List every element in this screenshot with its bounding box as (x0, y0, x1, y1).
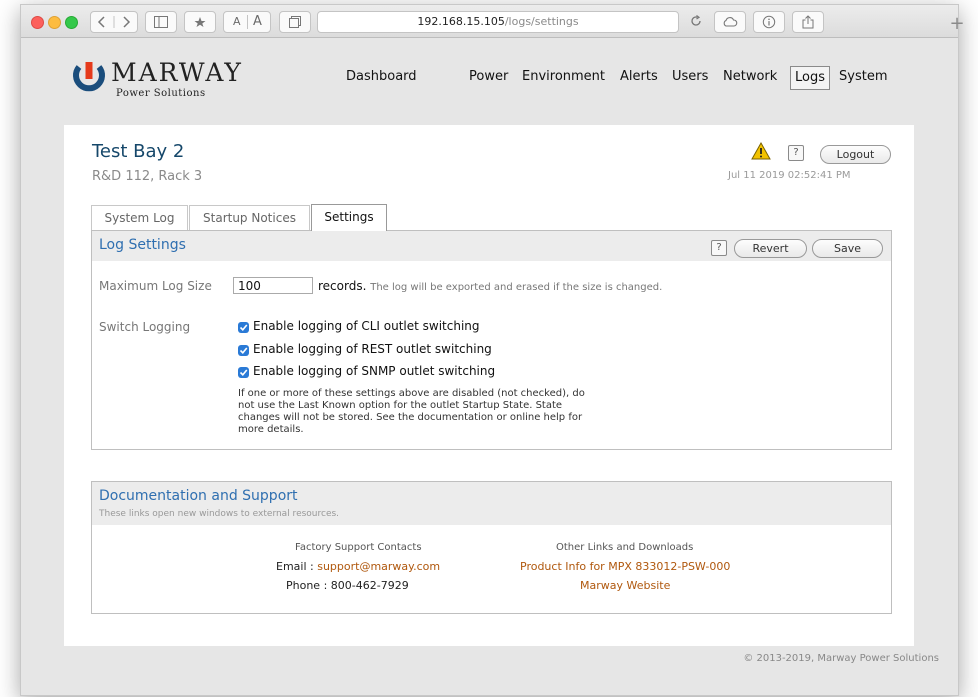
nav-alerts[interactable]: Alerts (620, 66, 658, 88)
tab-startup-notices[interactable]: Startup Notices (189, 205, 310, 230)
close-window-icon[interactable] (31, 16, 44, 29)
bookmarks-button[interactable] (184, 11, 216, 33)
max-log-size-label: Maximum Log Size (99, 279, 212, 293)
page-title: Test Bay 2 (92, 141, 185, 162)
nav-environment[interactable]: Environment (522, 66, 605, 88)
log-settings-help-icon[interactable]: ? (711, 240, 727, 256)
star-icon (194, 17, 206, 27)
help-icon[interactable]: ? (788, 145, 804, 161)
minimize-window-icon[interactable] (48, 16, 61, 29)
nav-system[interactable]: System (839, 66, 887, 88)
docs-heading: Documentation and Support (99, 488, 298, 504)
text-larger-label: A (253, 14, 262, 29)
tab-settings[interactable]: Settings (311, 204, 387, 231)
save-button[interactable]: Save (812, 239, 883, 258)
checkmark-icon (239, 324, 248, 331)
docs-subheading: These links open new windows to external… (99, 509, 340, 519)
url-path: /logs/settings (504, 15, 579, 28)
logging-warning-text: If one or more of these settings above a… (238, 388, 618, 436)
cli-logging-label[interactable]: Enable logging of CLI outlet switching (253, 319, 480, 333)
warning-line: more details. (238, 424, 304, 435)
nav-power[interactable]: Power (469, 66, 508, 88)
snmp-logging-label[interactable]: Enable logging of SNMP outlet switching (253, 364, 495, 378)
reload-icon (691, 15, 701, 26)
back-forward-buttons[interactable] (90, 11, 138, 33)
icloud-button[interactable] (714, 11, 746, 33)
timestamp: Jul 11 2019 02:52:41 PM (728, 170, 851, 181)
checkmark-icon (239, 369, 248, 376)
records-text: records. The log will be exported and er… (318, 279, 662, 293)
page-location: R&D 112, Rack 3 (92, 169, 203, 184)
new-tab-button[interactable]: + (943, 10, 971, 38)
address-bar[interactable]: 192.168.15.105/logs/settings (317, 11, 679, 33)
other-links-title: Other Links and Downloads (556, 542, 694, 553)
warning-icon[interactable] (751, 142, 771, 160)
back-forward-icon (97, 16, 131, 28)
product-info-link[interactable]: Product Info for MPX 833012-PSW-000 (520, 560, 730, 573)
max-log-size-input[interactable]: 100 (233, 277, 313, 294)
switch-logging-label: Switch Logging (99, 320, 191, 334)
cloud-icon (723, 17, 738, 27)
share-icon (802, 15, 814, 29)
email-label: Email : (276, 560, 318, 573)
zoom-window-icon[interactable] (65, 16, 78, 29)
records-label: records. (318, 279, 367, 293)
rest-logging-checkbox[interactable] (238, 345, 249, 356)
brand-subtitle: Power Solutions (116, 88, 206, 99)
nav-logs[interactable]: Logs (790, 66, 830, 90)
tab-system-log[interactable]: System Log (91, 205, 188, 230)
tabs-icon (289, 16, 301, 28)
checkmark-icon (239, 347, 248, 354)
support-contacts-title: Factory Support Contacts (295, 542, 422, 553)
warning-line: If one or more of these settings above a… (238, 388, 585, 399)
phone-label: Phone : (286, 579, 331, 592)
marway-logo-icon (73, 62, 105, 92)
email-link[interactable]: support@marway.com (317, 560, 440, 573)
sidebar-icon (154, 16, 168, 28)
nav-dashboard[interactable]: Dashboard (346, 66, 417, 88)
marway-website-link[interactable]: Marway Website (580, 579, 670, 592)
copyright-footer: © 2013-2019, Marway Power Solutions (743, 653, 939, 664)
url-host: 192.168.15.105 (417, 15, 505, 28)
records-note: The log will be exported and erased if t… (370, 282, 663, 293)
warning-line: changes will not be stored. See the docu… (238, 412, 583, 423)
cli-logging-checkbox[interactable] (238, 322, 249, 333)
snmp-logging-checkbox[interactable] (238, 367, 249, 378)
reload-button[interactable] (681, 11, 711, 31)
nav-network[interactable]: Network (723, 66, 777, 88)
tab-overview-button[interactable] (279, 11, 311, 33)
brand-name: MARWAY (111, 58, 243, 87)
logout-button[interactable]: Logout (820, 145, 891, 164)
warning-line: not use the Last Known option for the ou… (238, 400, 563, 411)
sidebar-button[interactable] (145, 11, 177, 33)
text-smaller-label: A (233, 15, 241, 28)
rest-logging-label[interactable]: Enable logging of REST outlet switching (253, 342, 492, 356)
support-email: Email : support@marway.com (276, 560, 440, 573)
reader-text-size-buttons[interactable]: A A (223, 11, 271, 33)
divider (247, 15, 248, 29)
browser-toolbar: A A 192.168.15.105/logs/settings (21, 5, 958, 38)
revert-button[interactable]: Revert (734, 239, 807, 258)
nav-users[interactable]: Users (672, 66, 708, 88)
info-button[interactable] (753, 11, 785, 33)
log-settings-heading: Log Settings (99, 237, 186, 253)
support-phone: Phone : 800-462-7929 (286, 579, 409, 592)
info-icon (762, 15, 776, 29)
share-button[interactable] (792, 11, 824, 33)
phone-value: 800-462-7929 (330, 579, 409, 592)
